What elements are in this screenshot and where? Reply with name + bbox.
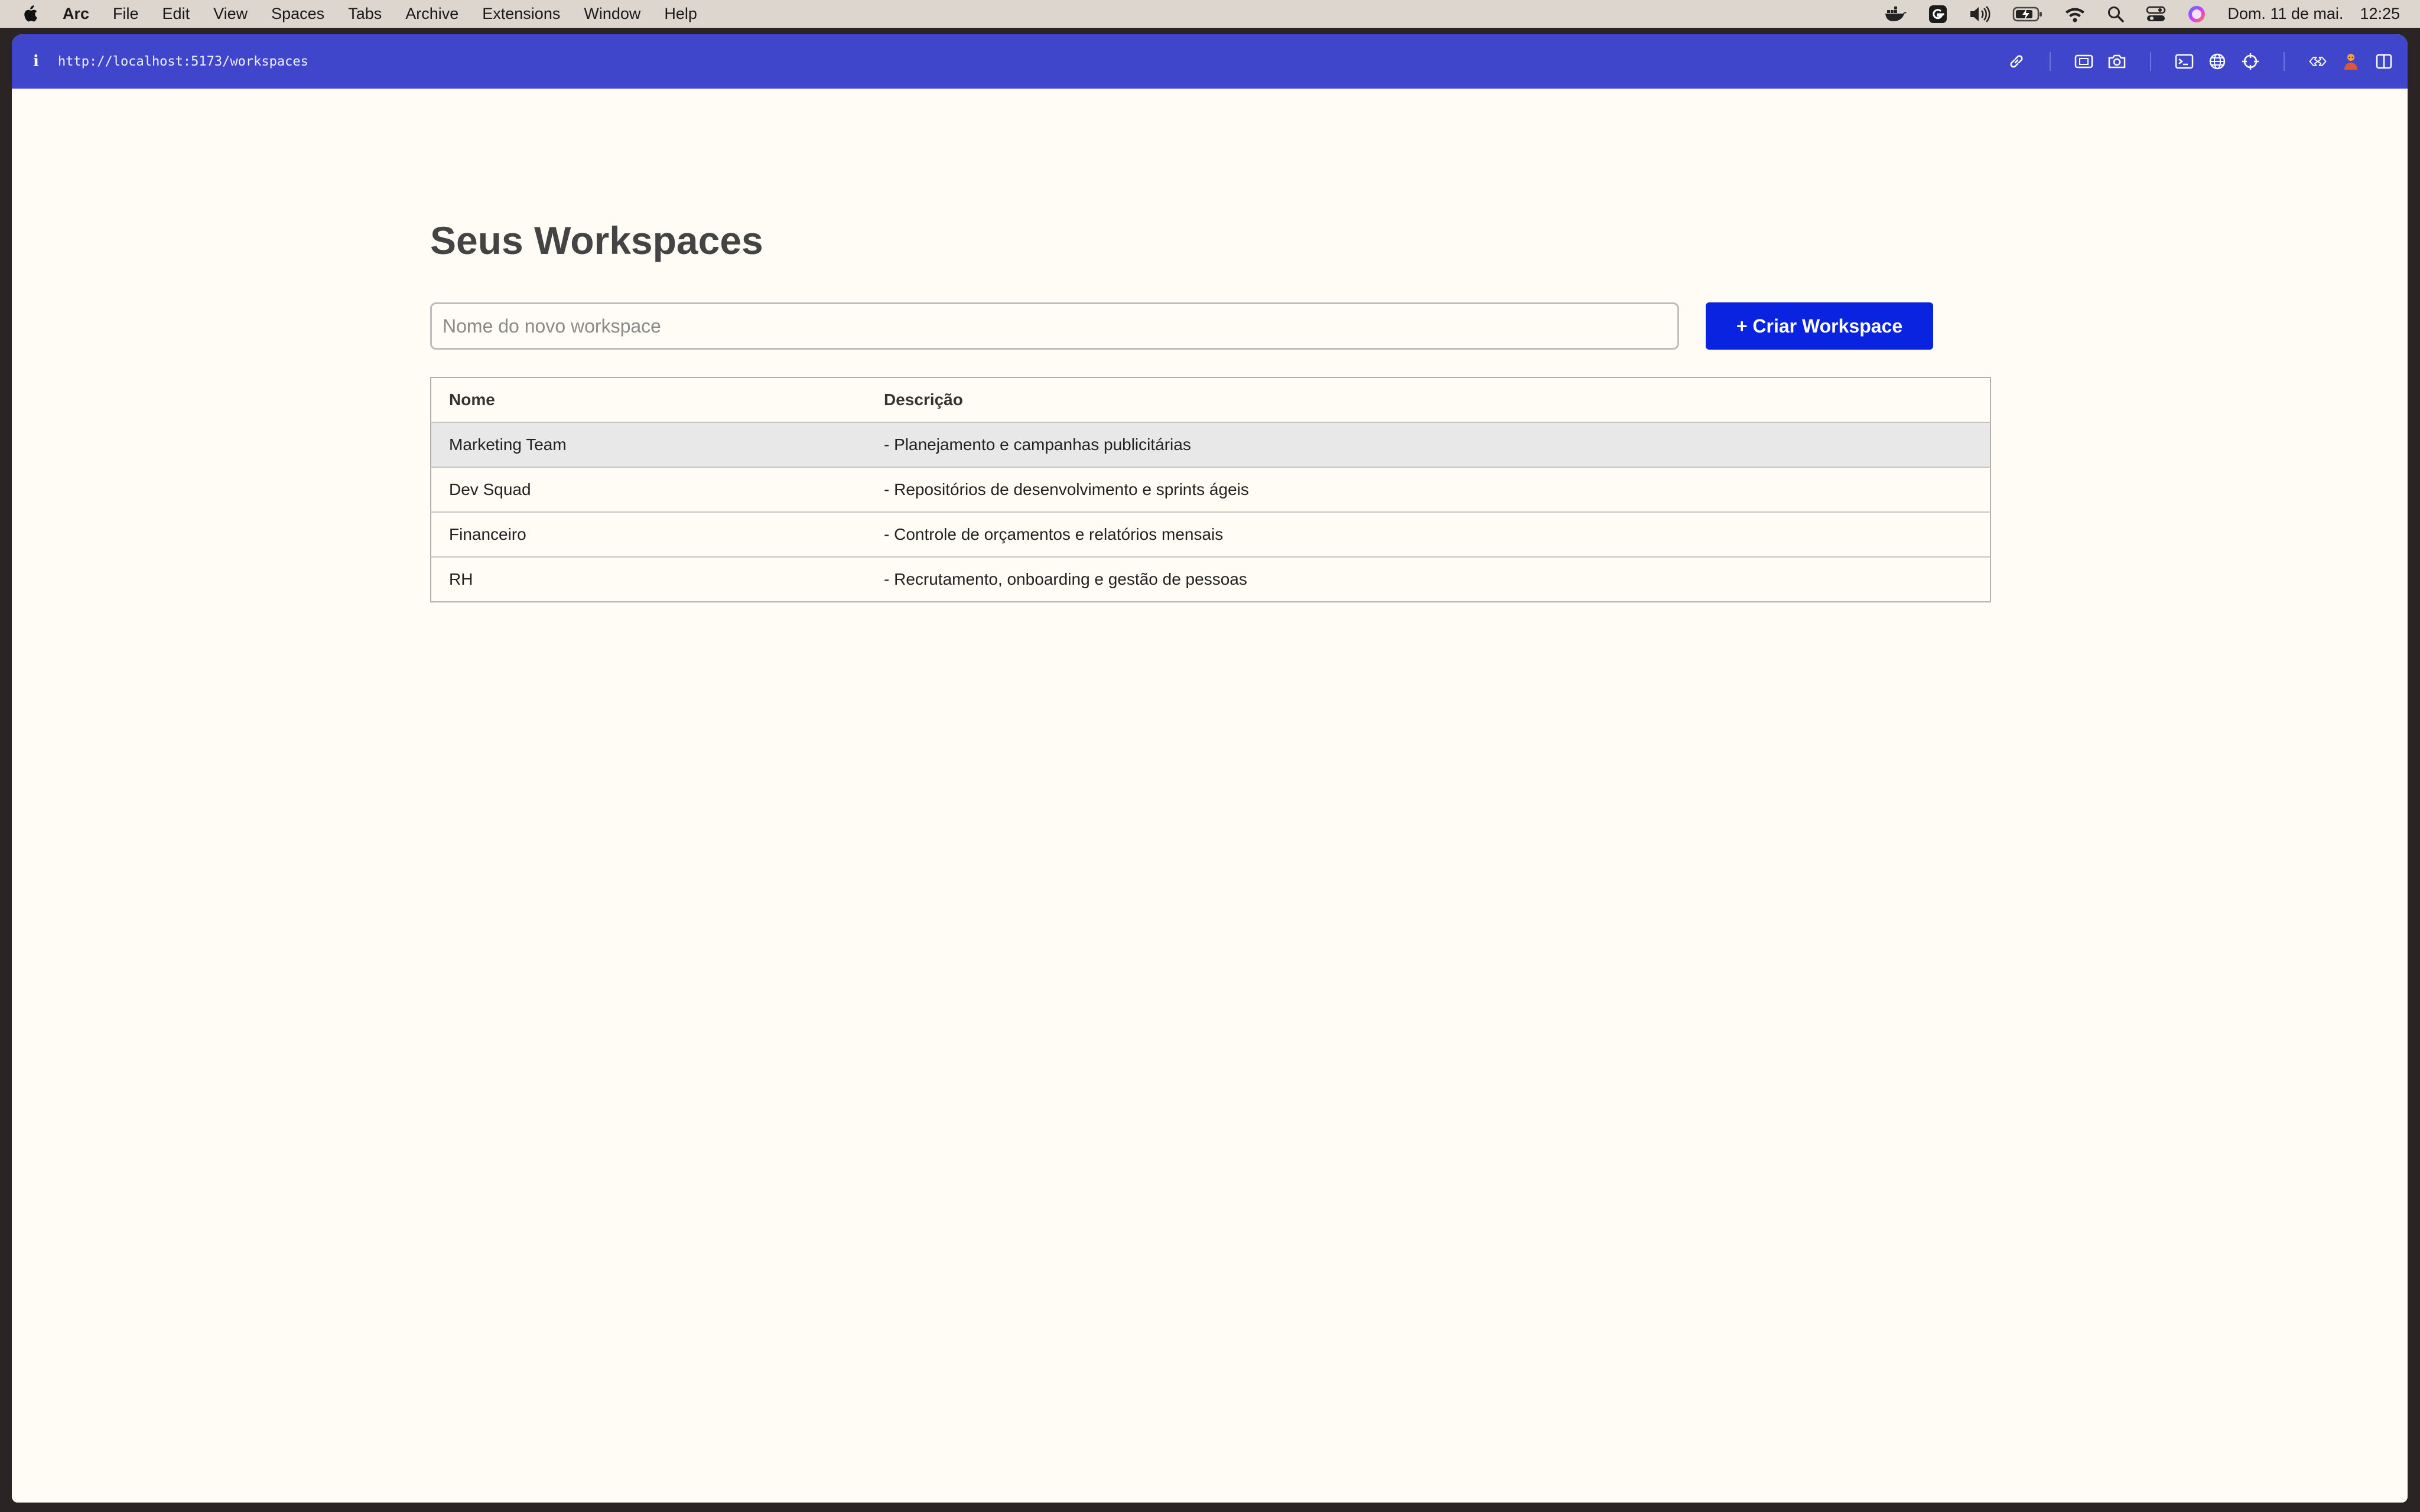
new-workspace-name-input[interactable]	[430, 302, 1679, 350]
avatar-icon[interactable]	[2341, 52, 2360, 71]
crosshair-icon[interactable]	[2241, 52, 2260, 71]
workspace-description: - Repositórios de desenvolvimento e spri…	[866, 467, 1990, 513]
workspace-name[interactable]: Financeiro	[431, 512, 866, 558]
menu-archive[interactable]: Archive	[405, 5, 458, 23]
volume-icon[interactable]	[1969, 5, 1991, 23]
link-icon[interactable]	[2007, 52, 2026, 71]
clock-time: 12:25	[2360, 5, 2400, 22]
sidebar-toggle-icon[interactable]	[2375, 52, 2393, 71]
browser-toolbar: i http://localhost:5173/workspaces	[12, 34, 2408, 89]
capture-icon[interactable]	[2074, 52, 2093, 71]
spotlight-search-icon[interactable]	[2107, 5, 2125, 23]
menu-edit[interactable]: Edit	[162, 5, 190, 23]
table-row[interactable]: RH - Recrutamento, onboarding e gestão d…	[431, 557, 1990, 602]
globe-icon[interactable]	[2208, 52, 2227, 71]
battery-icon	[2012, 6, 2043, 22]
workspace-name[interactable]: Dev Squad	[431, 467, 866, 513]
extensions-icon[interactable]	[2308, 52, 2327, 71]
menu-app-name[interactable]: Arc	[63, 5, 89, 23]
workspace-name[interactable]: Marketing Team	[431, 422, 866, 468]
g-app-icon[interactable]	[1928, 5, 1947, 24]
toolbar-separator	[2050, 52, 2051, 71]
camera-icon[interactable]	[2107, 52, 2126, 71]
workspaces-table: Nome Descrição Marketing Team - Planejam…	[430, 377, 1991, 602]
workspace-description: - Recrutamento, onboarding e gestão de p…	[884, 570, 1247, 588]
workspace-description: - Controle de orçamentos e relatórios me…	[866, 512, 1990, 558]
table-row[interactable]: Financeiro - Controle de orçamentos e re…	[431, 512, 1990, 558]
create-workspace-button[interactable]: + Criar Workspace	[1706, 302, 1933, 350]
siri-icon[interactable]	[2187, 5, 2206, 24]
toolbar-separator	[2284, 52, 2285, 71]
page-content: Seus Workspaces + Criar Workspace Nome D…	[12, 89, 2408, 1503]
page-title: Seus Workspaces	[430, 219, 763, 262]
workspace-name[interactable]: RH	[431, 557, 866, 602]
column-header-description[interactable]: Descrição	[866, 377, 1990, 423]
wifi-icon[interactable]	[2064, 6, 2086, 22]
table-header-row: Nome Descrição	[431, 377, 1990, 423]
menu-spaces[interactable]: Spaces	[271, 5, 324, 23]
column-header-name[interactable]: Nome	[431, 377, 866, 423]
menu-tabs[interactable]: Tabs	[348, 5, 382, 23]
menu-extensions[interactable]: Extensions	[482, 5, 560, 23]
clock-date: Dom. 11 de mai.	[2227, 5, 2344, 22]
terminal-icon[interactable]	[2175, 52, 2194, 71]
control-center-icon[interactable]	[2146, 5, 2166, 23]
menu-window[interactable]: Window	[584, 5, 640, 23]
docker-icon[interactable]	[1884, 5, 1907, 23]
menu-help[interactable]: Help	[664, 5, 697, 23]
browser-window: i http://localhost:5173/workspaces Seus …	[12, 34, 2408, 1503]
table-row[interactable]: Marketing Team - Planejamento e campanha…	[431, 422, 1990, 468]
menu-view[interactable]: View	[213, 5, 248, 23]
menu-clock[interactable]: Dom. 11 de mai. 12:25	[2227, 5, 2400, 23]
toolbar-separator	[2150, 52, 2151, 71]
site-info-icon[interactable]: i	[33, 53, 45, 70]
table-row[interactable]: Dev Squad - Repositórios de desenvolvime…	[431, 467, 1990, 513]
workspace-description: - Planejamento e campanhas publicitárias	[866, 422, 1990, 468]
address-bar-url[interactable]: http://localhost:5173/workspaces	[58, 54, 308, 69]
menu-file[interactable]: File	[113, 5, 139, 23]
menu-bar: Arc File Edit View Spaces Tabs Archive E…	[0, 0, 2420, 28]
apple-logo-icon[interactable]	[22, 5, 39, 23]
